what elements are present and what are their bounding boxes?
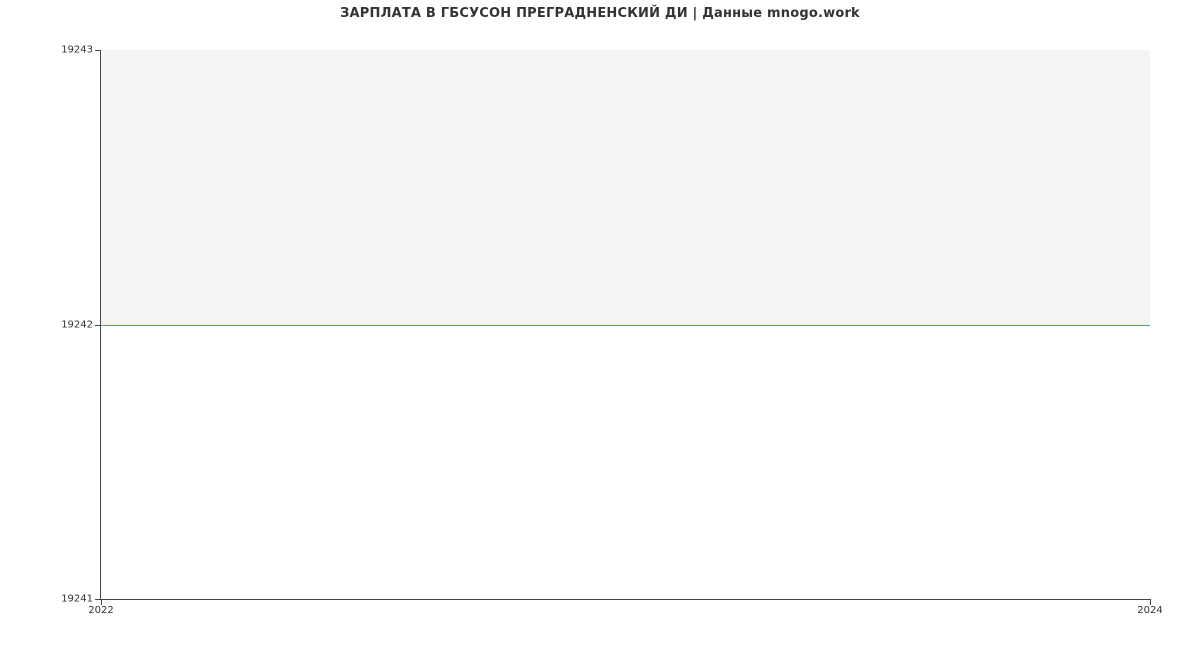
chart-area-fill xyxy=(101,50,1150,325)
y-tick xyxy=(95,50,101,51)
x-axis-label-left: 2022 xyxy=(88,605,113,616)
chart-data-line xyxy=(101,325,1150,326)
y-axis-label-top: 19243 xyxy=(61,45,93,56)
y-axis-label-bottom: 19241 xyxy=(61,594,93,605)
chart-plot-area: 19243 19242 19241 2022 2024 xyxy=(100,50,1150,600)
y-tick xyxy=(95,325,101,326)
x-axis-label-right: 2024 xyxy=(1137,605,1162,616)
chart-title: ЗАРПЛАТА В ГБСУСОН ПРЕГРАДНЕНСКИЙ ДИ | Д… xyxy=(0,0,1200,21)
y-axis-label-mid: 19242 xyxy=(61,319,93,330)
